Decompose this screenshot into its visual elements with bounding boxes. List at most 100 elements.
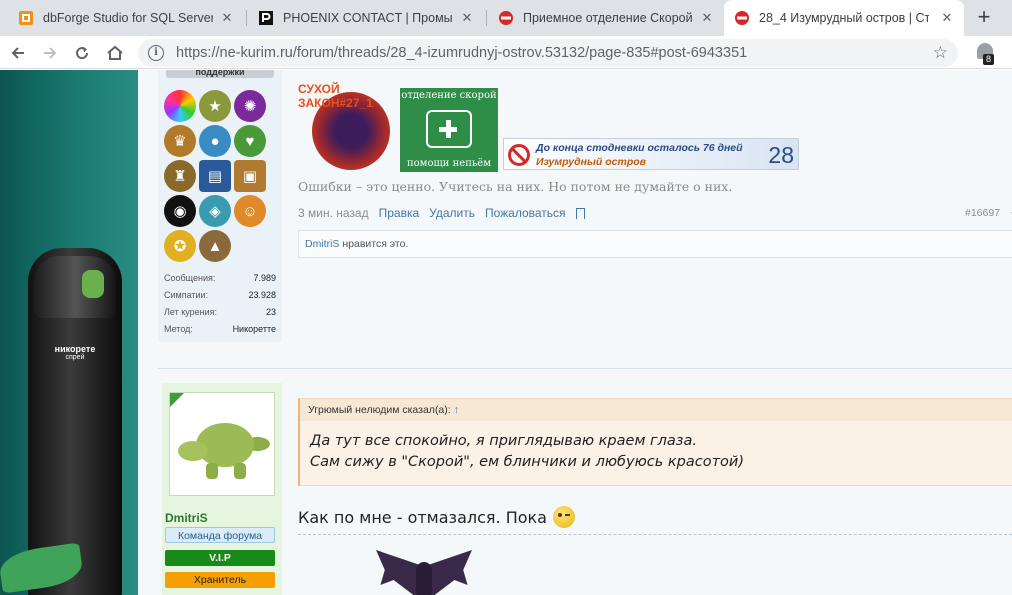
stat-row: Симпатии: 23.928: [164, 290, 276, 300]
tab-dbforge[interactable]: dbForge Studio for SQL Server ✕: [8, 0, 244, 36]
tab-title: dbForge Studio for SQL Server: [43, 11, 213, 25]
user-info-block: поддержки ★ ✺ ♛ ● ♥ ♜ ▤ ▣ ◉ ◈ ☺ ✪ ▲ Сооб…: [158, 70, 282, 342]
bookmark-star-icon[interactable]: ☆: [933, 43, 948, 63]
ambulance-banner-image[interactable]: отделение скорой помощи непьём: [400, 88, 498, 172]
forward-button[interactable]: [38, 41, 62, 65]
new-tab-button[interactable]: +: [971, 5, 997, 31]
award-heart-icon[interactable]: ♥: [234, 125, 266, 157]
info-icon[interactable]: i: [148, 45, 164, 61]
delete-link[interactable]: Удалить: [429, 206, 475, 220]
countdown-banner[interactable]: До конца стодневки осталось 76 дней Изум…: [503, 138, 799, 170]
award-faces-icon[interactable]: ☺: [234, 195, 266, 227]
no-sign-icon: [508, 144, 530, 166]
award-glass-icon[interactable]: ◈: [199, 195, 231, 227]
post-divider: [158, 368, 1012, 369]
online-indicator: [170, 393, 184, 407]
back-button[interactable]: [6, 41, 30, 65]
signature-text: Ошибки – это ценно. Учитесь на них. Но п…: [298, 179, 733, 194]
dragon-signature-image: [376, 540, 472, 595]
ghostery-extension-icon[interactable]: 8: [975, 41, 997, 65]
close-icon[interactable]: ✕: [940, 11, 954, 25]
username-link[interactable]: DmitriS: [165, 511, 208, 525]
countdown-number: 28: [768, 142, 794, 168]
award-user-icon[interactable]: ●: [199, 125, 231, 157]
vip-badge: V.I.P: [165, 550, 275, 566]
quote-line: Сам сижу в "Скорой", ем блинчики и любую…: [310, 454, 744, 470]
keeper-badge: Хранитель: [165, 572, 275, 588]
user-info-block: DmitriS Команда форума V.I.P Хранитель: [162, 383, 282, 595]
award-ribbon-icon[interactable]: ▲: [199, 230, 231, 262]
home-button[interactable]: [103, 41, 127, 65]
award-star-icon[interactable]: ★: [199, 90, 231, 122]
countdown-text: До конца стодневки осталось 76 дней: [536, 142, 743, 154]
tab-title: Приемное отделение Скорой п: [523, 11, 693, 25]
award-pharaoh-icon[interactable]: ♛: [164, 125, 196, 157]
award-chest-icon[interactable]: ▣: [234, 160, 266, 192]
post-message: Как по мне - отмазался. Пока: [298, 506, 575, 528]
award-spy-icon[interactable]: ◉: [164, 195, 196, 227]
bookmark-flag-icon[interactable]: [575, 208, 585, 219]
tab-izumrudnyj[interactable]: 28_4 Изумрудный остров | Стра ✕: [724, 0, 964, 36]
countdown-subtext: Изумрудный остров: [536, 156, 646, 168]
page-viewport: никорете спрей поддержки ★ ✺ ♛ ● ♥ ♜ ▤ ▣…: [0, 70, 1012, 595]
close-icon[interactable]: ✕: [220, 11, 234, 25]
banner-top-text: отделение скорой: [401, 90, 497, 101]
user-stats: Сообщения: 7.989 Симпатии: 23.928 Лет куре…: [164, 270, 276, 338]
tab-title: 28_4 Изумрудный остров | Стра: [759, 11, 929, 25]
tab-strip: dbForge Studio for SQL Server ✕ PHOENIX …: [0, 0, 1012, 36]
message-text: Как по мне - отмазался. Пока: [298, 507, 547, 527]
post-time[interactable]: 3 мин. назад: [298, 206, 369, 220]
thread-content: поддержки ★ ✺ ♛ ● ♥ ♜ ▤ ▣ ◉ ◈ ☺ ✪ ▲ Сооб…: [138, 70, 1012, 595]
team-badge: Команда форума: [165, 527, 275, 543]
likes-text: нравится это.: [342, 238, 409, 250]
tab-phoenix[interactable]: PHOENIX CONTACT | Промышле ✕: [248, 0, 484, 36]
post-actions: 3 мин. назад Правка Удалить Пожаловаться: [298, 206, 595, 220]
quote-block: Угрюмый нелюдим сказал(а): ↑ Да тут все …: [298, 398, 1012, 486]
avatar[interactable]: [169, 392, 275, 496]
forum-icon: [734, 10, 750, 26]
reload-button[interactable]: [70, 41, 94, 65]
award-book-icon[interactable]: ▤: [199, 160, 231, 192]
url-text: https://ne-kurim.ru/forum/threads/28_4-i…: [176, 45, 748, 61]
award-trophy-icon[interactable]: ♜: [164, 160, 196, 192]
stat-row: Сообщения: 7.989: [164, 273, 276, 283]
tab-separator: [486, 10, 487, 26]
ad-brand: никорете спрей: [54, 344, 96, 361]
address-bar[interactable]: i https://ne-kurim.ru/forum/threads/28_4…: [138, 39, 958, 67]
award-rainbow-icon[interactable]: [164, 90, 196, 122]
close-icon[interactable]: ✕: [460, 11, 474, 25]
forum-icon: [498, 10, 514, 26]
tab-separator: [246, 10, 247, 26]
side-ad-banner[interactable]: никорете спрей: [0, 70, 138, 595]
wink-smiley-icon: [552, 506, 575, 528]
spray-nozzle: [82, 270, 104, 298]
signature-separator: [298, 534, 1012, 535]
post-number[interactable]: #16697: [965, 207, 1000, 219]
tab-title: PHOENIX CONTACT | Промышле: [283, 11, 453, 25]
award-medal-icon[interactable]: ✪: [164, 230, 196, 262]
phoenix-icon: [258, 10, 274, 26]
banner-bottom-text: помощи непьём: [406, 158, 491, 169]
stat-row: Лет курения: 23: [164, 307, 276, 317]
awards-grid: ★ ✺ ♛ ● ♥ ♜ ▤ ▣ ◉ ◈ ☺ ✪ ▲: [164, 90, 276, 262]
edit-link[interactable]: Правка: [379, 206, 420, 220]
report-link[interactable]: Пожаловаться: [485, 206, 566, 220]
award-people-icon[interactable]: ✺: [234, 90, 266, 122]
likes-bar: DmitriS нравится это.: [298, 230, 1012, 258]
quote-header: Угрюмый нелюдим сказал(а): ↑: [300, 399, 1012, 421]
extension-badge: 8: [983, 54, 995, 65]
badge-caption: СУХОЙ ЗАКОН#27_1: [298, 82, 373, 110]
support-label: поддержки: [166, 70, 274, 78]
dbforge-icon: [18, 10, 34, 26]
quote-line: Да тут все спокойно, я приглядываю краем…: [310, 433, 697, 449]
ambulance-icon: [426, 110, 472, 148]
stat-row: Метод: Никоретте: [164, 324, 276, 334]
liker-link[interactable]: DmitriS: [305, 238, 339, 250]
close-icon[interactable]: ✕: [700, 11, 714, 25]
quote-author: Угрюмый нелюдим сказал(а):: [308, 404, 451, 416]
quote-jump-link[interactable]: ↑: [454, 404, 459, 416]
dry-law-badge-image[interactable]: СУХОЙ ЗАКОН#27_1: [298, 82, 398, 174]
browser-toolbar: i https://ne-kurim.ru/forum/threads/28_4…: [0, 36, 1012, 69]
dinosaur-avatar-image: [178, 411, 270, 485]
tab-ambulance[interactable]: Приемное отделение Скорой п ✕: [488, 0, 724, 36]
